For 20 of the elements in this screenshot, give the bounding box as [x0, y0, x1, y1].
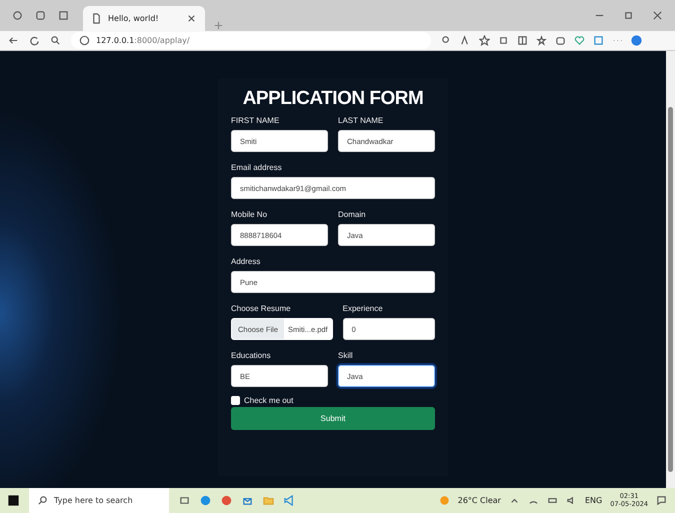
taskbar-search-field[interactable]: Type here to search	[29, 488, 169, 513]
weather-text: 26°C Clear	[458, 496, 501, 505]
url-text: 127.0.0.1:8000/applay/	[96, 36, 190, 45]
field-label: LAST NAME	[338, 116, 384, 125]
field-label: FIRST NAME	[231, 116, 280, 125]
field-label: Skill	[338, 351, 354, 360]
checkbox-label: Check me out	[244, 396, 294, 405]
field-label: Domain	[338, 210, 367, 219]
browser-tab[interactable]: Hello, world!	[83, 6, 205, 31]
address-field[interactable]: 127.0.0.1:8000/applay/	[71, 32, 431, 49]
field-label: Email address	[231, 163, 283, 172]
field-label: Experience	[342, 304, 384, 313]
submit-button[interactable]: Submit	[231, 407, 435, 430]
form-title: APPLICATION FORM	[242, 88, 424, 110]
field-label: Address	[231, 257, 262, 266]
field-label: Mobile No	[231, 210, 268, 219]
field-label: Educations	[231, 351, 272, 360]
language-indicator[interactable]: ENG	[584, 496, 602, 505]
search-placeholder: Type here to search	[54, 496, 133, 505]
field-label: Choose Resume	[231, 304, 292, 313]
